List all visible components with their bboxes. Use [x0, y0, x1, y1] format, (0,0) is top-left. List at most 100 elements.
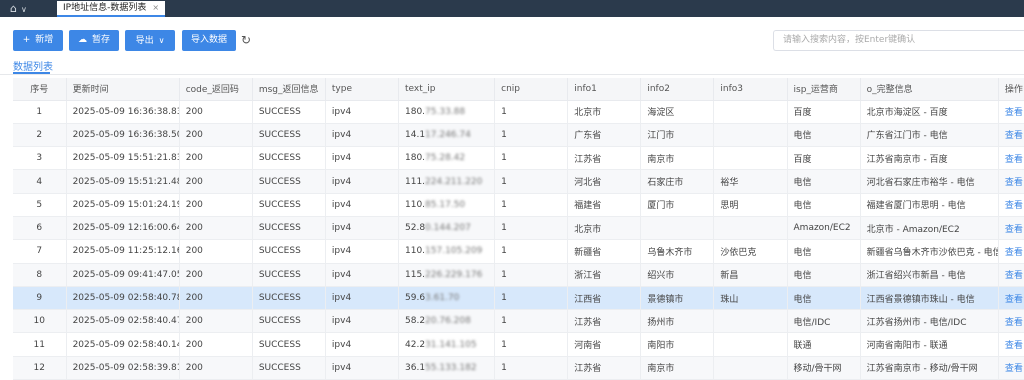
table-row[interactable]: 3 2025-05-09 15:51:21.832 200 SUCCESS ipv4 18…	[13, 146, 1024, 171]
table-cell-isp: 联通	[787, 332, 861, 357]
table-cell-op[interactable]: 查看	[998, 216, 1024, 241]
column-header[interactable]: isp_运营商	[787, 78, 861, 101]
table-cell-op[interactable]: 查看	[998, 146, 1024, 171]
export-button[interactable]: 导出 ∨	[125, 30, 175, 51]
save-draft-button[interactable]: ☁ 暂存	[69, 30, 119, 51]
column-header[interactable]: 操作	[998, 78, 1024, 101]
table-cell-type: ipv4	[325, 356, 400, 380]
table-cell-info1: 新疆省	[567, 239, 642, 264]
table-cell-ip: 110.157.105.209	[398, 239, 496, 264]
table-cell-no: 7	[13, 239, 67, 264]
column-header[interactable]: o_完整信息	[860, 78, 999, 101]
table-cell-op[interactable]: 查看	[998, 286, 1024, 311]
table-row[interactable]: 1 2025-05-09 16:36:38.832 200 SUCCESS ipv4 18…	[13, 100, 1024, 124]
close-icon[interactable]: ×	[152, 3, 159, 12]
column-header[interactable]: 序号	[13, 78, 67, 101]
table-cell-time: 2025-05-09 09:41:47.052	[66, 263, 180, 287]
table-cell-cnip: 1	[494, 286, 569, 311]
table-cell-cnip: 1	[494, 123, 569, 148]
column-header[interactable]: code_返回码	[179, 78, 253, 101]
table-cell-info3	[713, 123, 788, 148]
refresh-icon[interactable]: ↻	[241, 33, 251, 47]
column-header[interactable]: msg_返回信息	[252, 78, 326, 101]
table-cell-info2	[640, 216, 715, 241]
table-row[interactable]: 10 2025-05-09 02:58:40.472 200 SUCCESS ipv4 5…	[13, 309, 1024, 334]
table-cell-time: 2025-05-09 15:51:21.832	[66, 146, 180, 171]
table-cell-full: 河北省石家庄市裕华 - 电信	[860, 169, 999, 194]
search-input[interactable]: 请输入搜索内容，按Enter键确认	[773, 30, 1024, 51]
tab-ip-data-list[interactable]: IP地址信息-数据列表 ×	[57, 1, 166, 17]
table-cell-time: 2025-05-09 15:01:24.192	[66, 193, 180, 217]
table-cell-full: 江苏省南京市 - 移动/骨干网	[860, 356, 999, 380]
table-cell-info2: 南京市	[640, 356, 715, 380]
table-cell-code: 200	[179, 169, 253, 194]
table-cell-op[interactable]: 查看	[998, 263, 1024, 287]
table-row[interactable]: 5 2025-05-09 15:01:24.192 200 SUCCESS ipv4 11…	[13, 193, 1024, 217]
table-cell-op[interactable]: 查看	[998, 356, 1024, 380]
table-cell-full: 江西省景德镇市珠山 - 电信	[860, 286, 999, 311]
table-cell-isp: 百度	[787, 100, 861, 124]
table-cell-type: ipv4	[325, 146, 400, 171]
table-cell-full: 新疆省乌鲁木齐市沙依巴克 - 电信	[860, 239, 999, 264]
add-button[interactable]: + 新增	[13, 30, 63, 51]
column-header[interactable]: type	[325, 78, 400, 101]
table-row[interactable]: 12 2025-05-09 02:58:39.816 200 SUCCESS ipv4 3…	[13, 356, 1024, 380]
table-cell-info3	[713, 216, 788, 241]
import-button[interactable]: 导入数据	[182, 30, 236, 51]
column-header[interactable]: info2	[640, 78, 715, 101]
table-row[interactable]: 6 2025-05-09 12:16:00.646 200 SUCCESS ipv4 52…	[13, 216, 1024, 241]
table-cell-full: 河南省南阳市 - 联通	[860, 332, 999, 357]
table-row[interactable]: 9 2025-05-09 02:58:40.785 200 SUCCESS ipv4 59…	[13, 286, 1024, 311]
table-cell-msg: SUCCESS	[252, 286, 326, 311]
ip-masked: 0.144.207	[425, 223, 471, 234]
table-cell-isp: 电信	[787, 193, 861, 217]
column-header[interactable]: info3	[713, 78, 788, 101]
table-cell-info3	[713, 309, 788, 334]
table-cell-time: 2025-05-09 15:51:21.489	[66, 169, 180, 194]
table-cell-op[interactable]: 查看	[998, 100, 1024, 124]
table-cell-info1: 河北省	[567, 169, 642, 194]
add-label: 新增	[35, 35, 54, 45]
table-cell-full: 福建省厦门市思明 - 电信	[860, 193, 999, 217]
table-row[interactable]: 7 2025-05-09 11:25:12.161 200 SUCCESS ipv4 11…	[13, 239, 1024, 264]
table-cell-isp: 百度	[787, 146, 861, 171]
column-header[interactable]: cnip	[494, 78, 569, 101]
table-row[interactable]: 2 2025-05-09 16:36:38.504 200 SUCCESS ipv4 14…	[13, 123, 1024, 148]
table-cell-isp: 电信/IDC	[787, 309, 861, 334]
column-header[interactable]: text_ip	[398, 78, 496, 101]
table-cell-time: 2025-05-09 16:36:38.504	[66, 123, 180, 148]
ip-prefix: 180.	[405, 153, 426, 164]
table-cell-no: 12	[13, 356, 67, 380]
table-cell-isp: 移动/骨干网	[787, 356, 861, 380]
column-header[interactable]: 更新时间	[66, 78, 180, 101]
table-cell-info1: 北京市	[567, 100, 642, 124]
ip-masked: 20.76.208	[425, 316, 471, 327]
table-cell-code: 200	[179, 239, 253, 264]
table-row[interactable]: 11 2025-05-09 02:58:40.144 200 SUCCESS ipv4 4…	[13, 332, 1024, 357]
ip-masked: 157.105.209	[425, 246, 483, 257]
table-cell-ip: 111.224.211.220	[398, 169, 496, 194]
column-header[interactable]: info1	[567, 78, 642, 101]
home-button[interactable]: ⌂ ∨	[10, 1, 27, 16]
table-cell-msg: SUCCESS	[252, 193, 326, 217]
table-cell-code: 200	[179, 332, 253, 357]
table-cell-cnip: 1	[494, 332, 569, 357]
table-cell-msg: SUCCESS	[252, 100, 326, 124]
table-cell-info3: 思明	[713, 193, 788, 217]
table-cell-msg: SUCCESS	[252, 309, 326, 334]
table-cell-op[interactable]: 查看	[998, 239, 1024, 264]
table-cell-op[interactable]: 查看	[998, 332, 1024, 357]
table-cell-type: ipv4	[325, 169, 400, 194]
table-cell-op[interactable]: 查看	[998, 193, 1024, 217]
table-cell-cnip: 1	[494, 309, 569, 334]
table-row[interactable]: 8 2025-05-09 09:41:47.052 200 SUCCESS ipv4 11…	[13, 263, 1024, 287]
table-row[interactable]: 4 2025-05-09 15:51:21.489 200 SUCCESS ipv4 11…	[13, 169, 1024, 194]
table-cell-cnip: 1	[494, 239, 569, 264]
table-cell-op[interactable]: 查看	[998, 169, 1024, 194]
table-cell-op[interactable]: 查看	[998, 309, 1024, 334]
table-cell-info1: 江西省	[567, 286, 642, 311]
table-cell-full: 广东省江门市 - 电信	[860, 123, 999, 148]
table-cell-msg: SUCCESS	[252, 332, 326, 357]
ip-prefix: 111.	[405, 176, 426, 187]
table-cell-op[interactable]: 查看	[998, 123, 1024, 148]
